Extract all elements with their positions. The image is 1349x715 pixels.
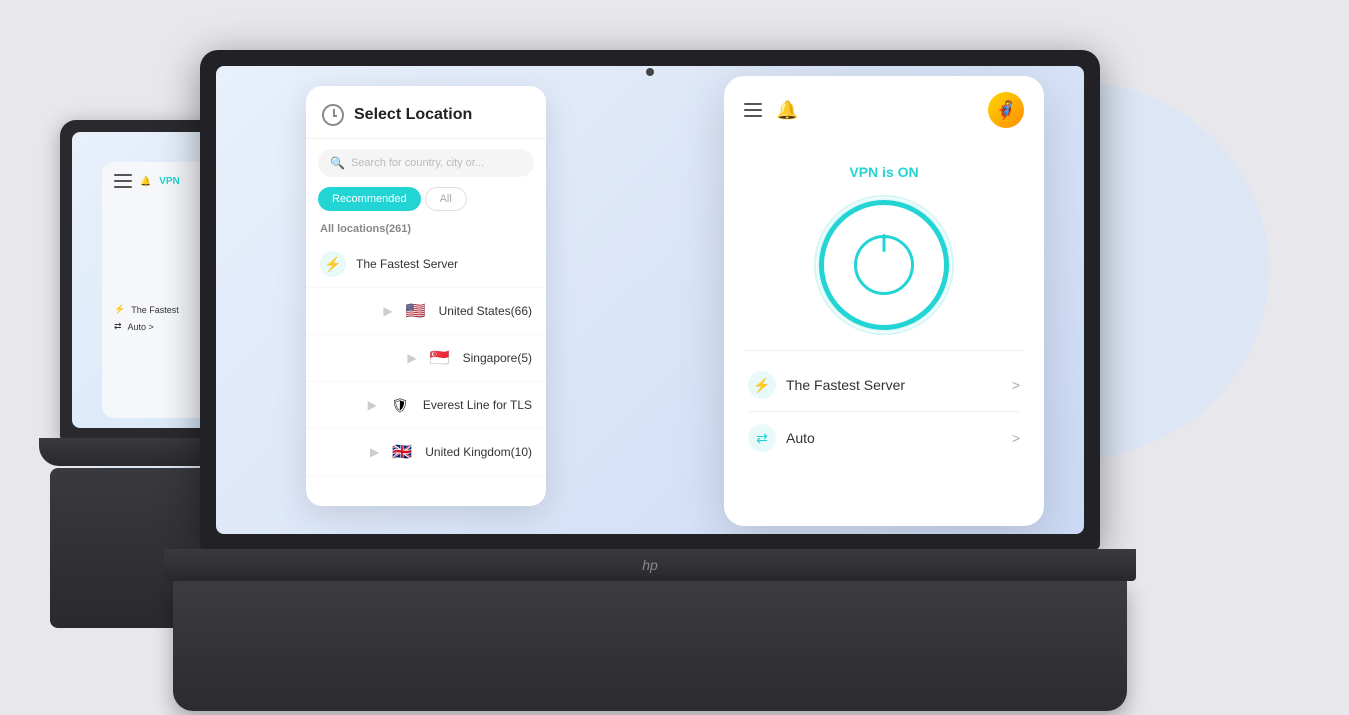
vpn-status-area: VPN is ON <box>724 144 1044 350</box>
tab-all[interactable]: All <box>425 187 467 211</box>
power-button-ring[interactable] <box>819 200 949 330</box>
sg-chevron: ▶ <box>407 351 416 365</box>
mini-lightning-icon: ⚡ <box>114 304 125 315</box>
everest-chevron: ▶ <box>368 398 377 412</box>
auto-row-icon: ⇄ <box>748 424 776 452</box>
us-server-name: United States(66) <box>439 304 532 318</box>
notification-bell-icon[interactable]: 🔔 <box>776 100 798 121</box>
fastest-server-row-arrow: > <box>1012 377 1020 393</box>
search-placeholder: Search for country, city or... <box>351 157 484 169</box>
lightning-icon: ⚡ <box>324 256 341 273</box>
server-item-everest[interactable]: ▶ 🛡 Everest Line for TLS <box>306 382 546 429</box>
fastest-lightning-icon: ⚡ <box>753 377 770 394</box>
mini-fastest-server-label: The Fastest <box>131 305 179 315</box>
mini-vpn-badge: VPN <box>159 176 180 187</box>
mini-auto-label: Auto > <box>128 322 154 332</box>
everest-server-name: Everest Line for TLS <box>423 398 532 412</box>
mini-auto-icon: ⇄ <box>114 321 122 332</box>
laptop-main-screen-inner: Select Location 🔍 Search for country, ci… <box>216 66 1084 534</box>
everest-flag: 🛡 <box>387 392 413 418</box>
header-left: 🔔 <box>744 100 798 121</box>
fastest-server-row-icon: ⚡ <box>748 371 776 399</box>
mini-bell-icon: 🔔 <box>140 176 151 187</box>
user-avatar[interactable]: 🦸 <box>988 92 1024 128</box>
mini-hamburger-icon <box>114 174 132 188</box>
tabs-row: Recommended All <box>306 187 546 219</box>
vpn-status-text: VPN is ON <box>849 164 918 180</box>
main-vpn-panel: 🔔 🦸 VPN is ON ⚡ <box>724 76 1044 526</box>
sg-server-name: Singapore(5) <box>463 351 532 365</box>
divider-middle <box>748 411 1020 412</box>
fastest-server-row-text: The Fastest Server <box>786 377 905 393</box>
section-label: All locations(261) <box>306 219 546 241</box>
select-location-panel: Select Location 🔍 Search for country, ci… <box>306 86 546 506</box>
uk-chevron: ▶ <box>370 445 379 459</box>
power-icon-inner <box>854 235 914 295</box>
auto-row-text: Auto <box>786 430 815 446</box>
laptop-brand-logo: hp <box>642 557 658 573</box>
clock-icon <box>322 104 344 126</box>
uk-flag: 🇬🇧 <box>389 439 415 465</box>
sg-flag: 🇸🇬 <box>427 345 453 371</box>
server-item-fastest[interactable]: ⚡ The Fastest Server <box>306 241 546 288</box>
uk-server-name: United Kingdom(10) <box>425 445 532 459</box>
laptop-main-screen-outer: Select Location 🔍 Search for country, ci… <box>200 50 1100 550</box>
laptop-main: Select Location 🔍 Search for country, ci… <box>200 50 1100 690</box>
tab-recommended[interactable]: Recommended <box>318 187 421 211</box>
auto-icon: ⇄ <box>756 430 768 447</box>
us-flag: 🇺🇸 <box>403 298 429 324</box>
fastest-server-row[interactable]: ⚡ The Fastest Server > <box>748 371 1020 399</box>
laptop-main-keyboard <box>173 581 1127 711</box>
search-icon: 🔍 <box>330 156 345 170</box>
fastest-icon-wrap: ⚡ <box>320 251 346 277</box>
select-panel-title: Select Location <box>354 106 472 124</box>
server-item-us[interactable]: ▶ 🇺🇸 United States(66) <box>306 288 546 335</box>
auto-row[interactable]: ⇄ Auto > <box>748 424 1020 452</box>
hamburger-menu-icon[interactable] <box>744 103 762 117</box>
vpn-main-header: 🔔 🦸 <box>724 76 1044 144</box>
us-chevron: ▶ <box>383 304 392 318</box>
auto-row-arrow: > <box>1012 430 1020 446</box>
select-panel-header: Select Location <box>306 86 546 139</box>
fastest-server-name: The Fastest Server <box>356 257 458 271</box>
laptop-main-base: hp <box>164 549 1136 581</box>
vpn-info-rows: ⚡ The Fastest Server > ⇄ Auto > <box>724 351 1044 472</box>
search-box[interactable]: 🔍 Search for country, city or... <box>318 149 534 177</box>
server-item-sg[interactable]: ▶ 🇸🇬 Singapore(5) <box>306 335 546 382</box>
scene: 🔔 VPN ⚡ The Fastest ⇄ Auto > <box>0 0 1349 715</box>
server-item-uk[interactable]: ▶ 🇬🇧 United Kingdom(10) <box>306 429 546 476</box>
